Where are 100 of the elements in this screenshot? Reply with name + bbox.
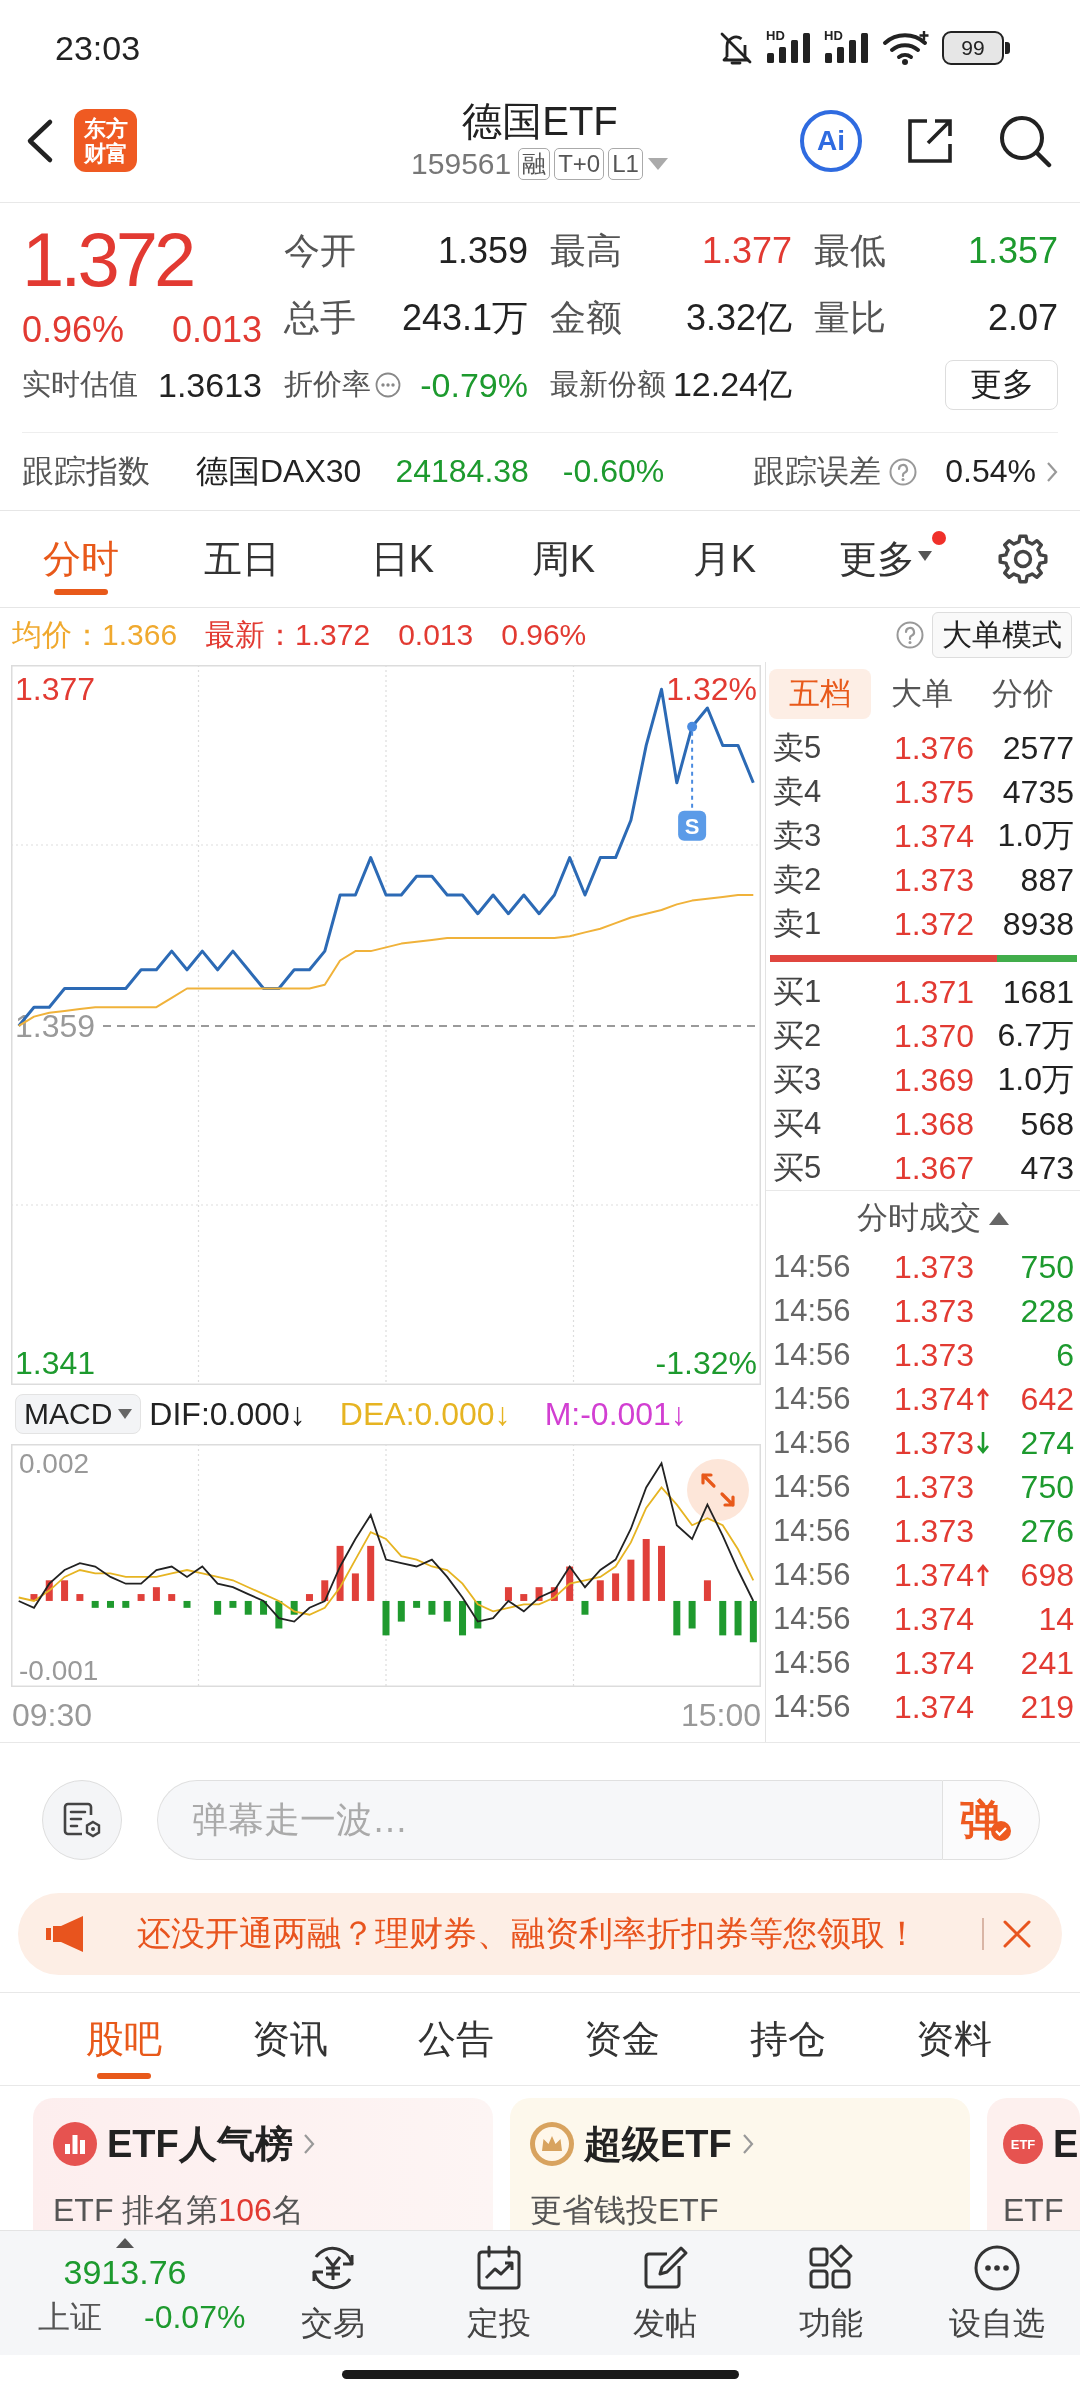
- chart-tab[interactable]: 五日: [161, 511, 322, 607]
- chart-tab[interactable]: 分时: [0, 511, 161, 607]
- macd-bar: [520, 1594, 528, 1601]
- trades-title[interactable]: 分时成交: [857, 1197, 981, 1239]
- change-amount: 0.013: [171, 310, 262, 350]
- change-percent: 0.96%: [22, 310, 125, 350]
- order-book-tab[interactable]: 分价: [973, 669, 1073, 719]
- macd-bar: [658, 1545, 665, 1601]
- macd-bar: [596, 1580, 604, 1601]
- nav-item[interactable]: 交易: [250, 2231, 416, 2355]
- status-time: 23:03: [55, 27, 141, 68]
- order-volume: 6.7万: [996, 1016, 1074, 1055]
- trade-volume: 219: [1019, 1688, 1074, 1726]
- caret-down-icon: [918, 551, 932, 561]
- trade-price: 1.373: [892, 1292, 974, 1330]
- help-icon[interactable]: [889, 457, 918, 486]
- settings-icon[interactable]: [997, 533, 1049, 585]
- macd-bar: [474, 1600, 482, 1629]
- order-volume: 2577: [1001, 729, 1074, 767]
- macd-bar: [550, 1587, 558, 1601]
- chevron-right-icon[interactable]: [1046, 460, 1058, 483]
- more-button[interactable]: 更多: [945, 360, 1058, 410]
- trade-time: 14:56: [773, 1601, 852, 1637]
- caret-up-icon[interactable]: [116, 2238, 134, 2248]
- caret-up-icon[interactable]: [989, 1211, 1009, 1225]
- share-icon[interactable]: [906, 116, 954, 165]
- more-info-icon[interactable]: [375, 372, 401, 398]
- banner-text: 还没开通两融？理财券、融资利率折扣券等您领取！: [137, 1913, 919, 1954]
- order-volume: 1.0万: [996, 816, 1074, 855]
- order-level-label: 卖3: [773, 817, 823, 855]
- feature-card[interactable]: ETF人气榜 ETF 排名第106名: [33, 2098, 493, 2230]
- macd-bar: [214, 1600, 222, 1615]
- order-price: 1.376: [892, 729, 974, 767]
- trade-price: 1.373: [892, 1336, 974, 1374]
- chevron-right-icon: [302, 2133, 315, 2155]
- macd-bar: [137, 1594, 145, 1601]
- estimate-value: 1.3613: [158, 365, 262, 405]
- chart-tab[interactable]: 日K: [322, 511, 483, 607]
- search-icon[interactable]: [998, 113, 1052, 168]
- stat-value: 3.32亿: [685, 295, 792, 340]
- trade-price: 1.374: [892, 1556, 974, 1594]
- order-price: 1.370: [892, 1017, 974, 1055]
- content-tab[interactable]: 资料: [871, 1993, 1037, 2085]
- macd-bar: [305, 1594, 313, 1601]
- card-title: E: [1053, 2122, 1079, 2166]
- trade-volume: 14: [1037, 1600, 1074, 1638]
- order-price: 1.375: [892, 773, 974, 811]
- shares-value: 12.24亿: [672, 364, 792, 405]
- card-subtitle: 更省钱投ETF: [530, 2191, 720, 2230]
- trade-volume: 276: [1019, 1512, 1074, 1550]
- trade-time: 14:56: [773, 1425, 852, 1461]
- content-tab[interactable]: 持仓: [705, 1993, 871, 2085]
- nav-item[interactable]: 定投: [416, 2231, 582, 2355]
- index-change: -0.60%: [562, 453, 665, 490]
- macd-bar: [719, 1600, 727, 1636]
- content-tab[interactable]: 公告: [373, 1993, 539, 2085]
- ai-button[interactable]: Ai: [800, 109, 862, 172]
- up-arrow-icon: [976, 1563, 990, 1587]
- trade-time: 14:56: [773, 1689, 852, 1725]
- order-level-label: 卖2: [773, 861, 823, 899]
- stat-value: 2.07: [987, 297, 1058, 339]
- chart-tab[interactable]: 周K: [483, 511, 644, 607]
- estimate-label: 实时估值: [22, 367, 138, 402]
- feature-card[interactable]: ETF E ETF: [987, 2098, 1080, 2230]
- nav-item[interactable]: 设自选: [914, 2231, 1080, 2355]
- help-icon[interactable]: [896, 621, 924, 649]
- order-price: 1.371: [892, 973, 974, 1011]
- expand-icon[interactable]: [687, 1459, 749, 1521]
- macd-bar: [612, 1573, 620, 1601]
- card-subtitle: ETF: [1003, 2191, 1065, 2230]
- trade-volume: 241: [1019, 1644, 1074, 1682]
- macd-bar: [336, 1545, 344, 1601]
- trade-time: 14:56: [773, 1249, 852, 1285]
- comment-input[interactable]: 弹幕走一波…: [157, 1779, 942, 1860]
- close-icon[interactable]: [1002, 1919, 1032, 1949]
- content-tab[interactable]: 资金: [539, 1993, 705, 2085]
- chevron-right-icon: [741, 2133, 754, 2155]
- stat-value: 1.359: [437, 230, 528, 272]
- order-price: 1.374: [892, 817, 974, 855]
- average-price: 均价：1.366: [12, 616, 178, 653]
- fund-title: 德国ETF: [462, 97, 618, 144]
- order-book-tab[interactable]: 大单: [871, 669, 973, 719]
- macd-bar: [504, 1587, 512, 1601]
- feature-card[interactable]: 超级ETF 更省钱投ETF: [510, 2098, 970, 2230]
- nav-item[interactable]: 功能: [748, 2231, 914, 2355]
- percent-label: -1.32%: [655, 1344, 757, 1381]
- chart-tab[interactable]: 月K: [644, 511, 805, 607]
- nav-item[interactable]: 发帖: [582, 2231, 748, 2355]
- indicator-dropdown[interactable]: MACD: [15, 1394, 142, 1434]
- stat-label: 量比: [814, 295, 886, 340]
- big-order-mode-button[interactable]: 大单模式: [932, 612, 1072, 658]
- chart-tab[interactable]: 更多: [805, 511, 966, 607]
- macd-bar: [168, 1594, 176, 1601]
- macd-bar: [673, 1600, 681, 1636]
- content-tab[interactable]: 资讯: [207, 1993, 373, 2085]
- content-tab[interactable]: 股吧: [41, 1993, 207, 2085]
- order-price: 1.367: [892, 1149, 974, 1187]
- order-volume: 4735: [1001, 773, 1074, 811]
- index-name: 上证: [38, 2298, 102, 2337]
- macd-bar: [183, 1600, 191, 1608]
